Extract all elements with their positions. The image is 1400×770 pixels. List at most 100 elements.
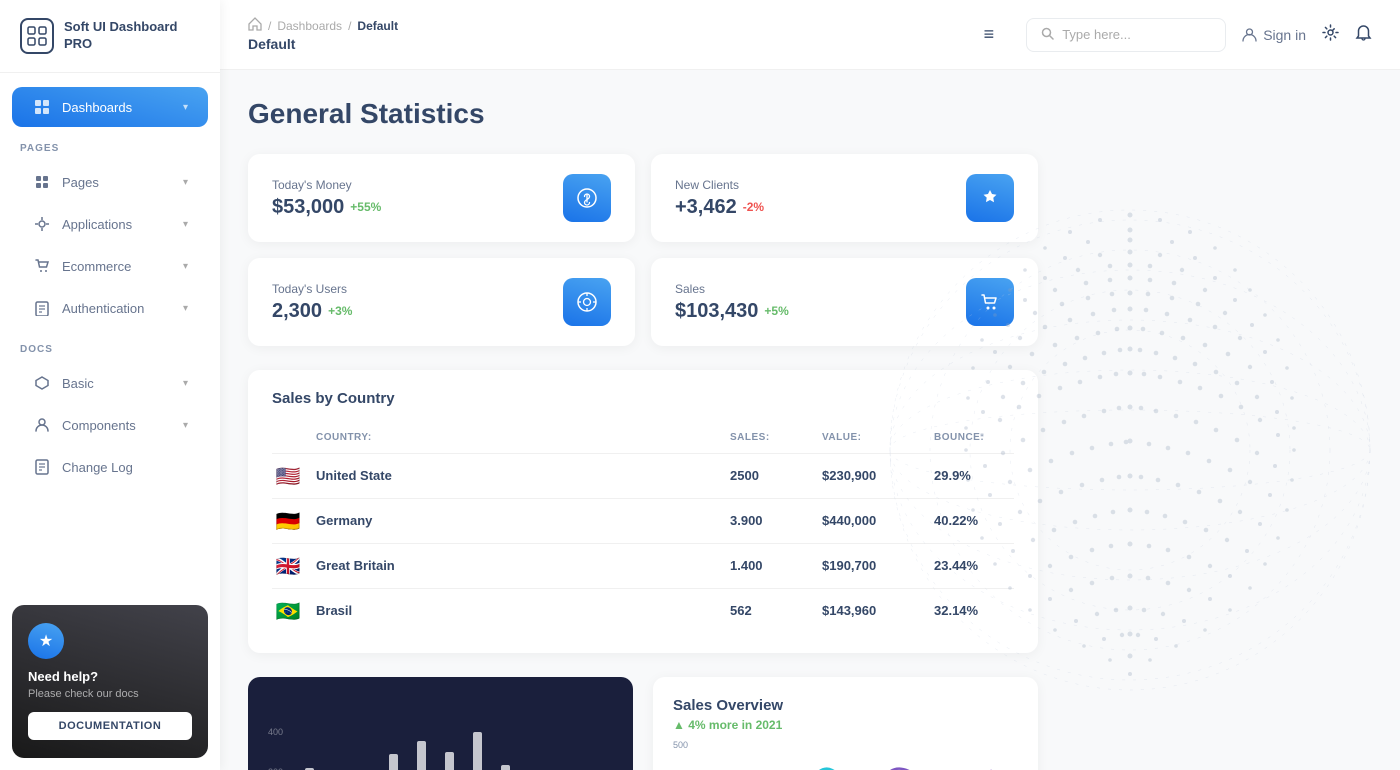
sales-de: 3.900 bbox=[730, 513, 763, 528]
country-name-de: Germany bbox=[316, 513, 372, 528]
settings-icon[interactable] bbox=[1322, 24, 1339, 46]
flag-br: 🇧🇷 bbox=[272, 599, 304, 623]
stats-grid: Today's Money $53,000 +55% New Clients bbox=[248, 154, 1038, 346]
topbar-right: ≡ Sign in bbox=[976, 18, 1372, 52]
pages-label: Pages bbox=[62, 175, 173, 190]
page-title: Default bbox=[248, 36, 398, 52]
pages-arrow: ▾ bbox=[183, 177, 188, 188]
applications-icon bbox=[32, 214, 52, 234]
pages-icon bbox=[32, 172, 52, 192]
sales-country-title: Sales by Country bbox=[272, 390, 1014, 407]
stat-card-users: Today's Users 2,300 +3% bbox=[248, 258, 635, 346]
bounce-br: 32.14% bbox=[934, 603, 978, 618]
sidebar-item-changelog[interactable]: Change Log bbox=[12, 447, 208, 487]
ecommerce-label: Ecommerce bbox=[62, 259, 173, 274]
documentation-button[interactable]: DOCUMENTATION bbox=[28, 712, 192, 740]
bounce-gb: 23.44% bbox=[934, 558, 978, 573]
changelog-icon bbox=[32, 457, 52, 477]
sales-overview-card: Sales Overview ▲ 4% more in 2021 500 400 bbox=[653, 677, 1038, 770]
stat-info-sales: Sales $103,430 +5% bbox=[675, 282, 789, 323]
sidebar-item-components[interactable]: Components ▾ bbox=[12, 405, 208, 445]
sidebar-item-basic[interactable]: Basic ▾ bbox=[12, 363, 208, 403]
section-pages-title: PAGES bbox=[0, 129, 220, 160]
dashboard: General Statistics Today's Money $53,000… bbox=[220, 70, 1400, 770]
basic-label: Basic bbox=[62, 376, 173, 391]
app-name: Soft UI Dashboard PRO bbox=[64, 19, 200, 53]
sidebar-item-authentication[interactable]: Authentication ▾ bbox=[12, 288, 208, 328]
stat-card-money: Today's Money $53,000 +55% bbox=[248, 154, 635, 242]
country-row-header: Country: Sales: Value: Bounce: bbox=[272, 423, 1014, 454]
search-icon bbox=[1041, 27, 1054, 43]
authentication-icon bbox=[32, 298, 52, 318]
help-title: Need help? bbox=[28, 669, 192, 684]
ecommerce-arrow: ▾ bbox=[183, 261, 188, 272]
topbar: / Dashboards / Default Default ≡ bbox=[220, 0, 1400, 70]
stat-change-users: +3% bbox=[328, 304, 352, 318]
flag-de: 🇩🇪 bbox=[272, 509, 304, 533]
sales-gb: 1.400 bbox=[730, 558, 763, 573]
bounce-de: 40.22% bbox=[934, 513, 978, 528]
value-de: $440,000 bbox=[822, 513, 876, 528]
stat-info-users: Today's Users 2,300 +3% bbox=[272, 282, 352, 323]
country-row-de: 🇩🇪 Germany 3.900 $440,000 40.22% bbox=[272, 499, 1014, 544]
stat-value-sales: $103,430 +5% bbox=[675, 300, 789, 323]
breadcrumb-current: Default bbox=[357, 19, 398, 33]
applications-arrow: ▾ bbox=[183, 219, 188, 230]
stat-change-clients: -2% bbox=[743, 200, 764, 214]
sales-by-country-card: Sales by Country Country: Sales: Value: … bbox=[248, 370, 1038, 653]
stat-icon-sales bbox=[966, 278, 1014, 326]
country-name-br: Brasil bbox=[316, 603, 352, 618]
main-content: / Dashboards / Default Default ≡ bbox=[220, 0, 1400, 770]
logo-icon bbox=[20, 18, 54, 54]
sidebar-item-dashboards[interactable]: Dashboards ▾ bbox=[12, 87, 208, 127]
help-subtitle: Please check our docs bbox=[28, 688, 192, 700]
sidebar-item-applications[interactable]: Applications ▾ bbox=[12, 204, 208, 244]
authentication-arrow: ▾ bbox=[183, 303, 188, 314]
sidebar-nav: Dashboards ▾ PAGES Pages ▾ bbox=[0, 73, 220, 593]
dashboards-label: Dashboards bbox=[62, 100, 173, 115]
dashboards-arrow: ▾ bbox=[183, 102, 188, 113]
page-section-title: General Statistics bbox=[248, 98, 1372, 130]
stat-card-sales: Sales $103,430 +5% bbox=[651, 258, 1038, 346]
sidebar-item-pages[interactable]: Pages ▾ bbox=[12, 162, 208, 202]
bounce-us: 29.9% bbox=[934, 468, 971, 483]
bottom-charts: 400 200 0 bbox=[248, 677, 1038, 770]
basic-arrow: ▾ bbox=[183, 378, 188, 389]
search-input[interactable] bbox=[1062, 27, 1211, 42]
basic-icon bbox=[32, 373, 52, 393]
sidebar-logo: Soft UI Dashboard PRO bbox=[0, 0, 220, 73]
help-star-icon: ★ bbox=[28, 623, 64, 659]
flag-gb: 🇬🇧 bbox=[272, 554, 304, 578]
line-chart-svg bbox=[696, 740, 1018, 770]
sidebar-help: ★ Need help? Please check our docs DOCUM… bbox=[12, 605, 208, 758]
stat-value-clients: +3,462 -2% bbox=[675, 196, 764, 219]
country-name-gb: Great Britain bbox=[316, 558, 395, 573]
sales-overview-subtitle: ▲ 4% more in 2021 bbox=[673, 718, 1018, 732]
sidebar: Soft UI Dashboard PRO Dashboards ▾ PAGES bbox=[0, 0, 220, 770]
value-br: $143,960 bbox=[822, 603, 876, 618]
stat-info-money: Today's Money $53,000 +55% bbox=[272, 178, 381, 219]
search-box bbox=[1026, 18, 1226, 52]
stat-change-sales: +5% bbox=[764, 304, 788, 318]
value-us: $230,900 bbox=[822, 468, 876, 483]
stat-info-clients: New Clients +3,462 -2% bbox=[675, 178, 764, 219]
sales-overview-title: Sales Overview bbox=[673, 697, 1018, 714]
bar-chart-card: 400 200 0 bbox=[248, 677, 633, 770]
components-arrow: ▾ bbox=[183, 420, 188, 431]
stat-value-money: $53,000 +55% bbox=[272, 196, 381, 219]
notification-icon[interactable] bbox=[1355, 24, 1372, 46]
stat-card-clients: New Clients +3,462 -2% bbox=[651, 154, 1038, 242]
signin-button[interactable]: Sign in bbox=[1242, 27, 1306, 43]
breadcrumb-block: / Dashboards / Default Default bbox=[248, 17, 398, 52]
hamburger-icon[interactable]: ≡ bbox=[976, 20, 1003, 49]
sidebar-item-ecommerce[interactable]: Ecommerce ▾ bbox=[12, 246, 208, 286]
sales-us: 2500 bbox=[730, 468, 759, 483]
breadcrumb-sep1: / bbox=[268, 19, 271, 33]
home-icon[interactable] bbox=[248, 17, 262, 34]
sales-br: 562 bbox=[730, 603, 752, 618]
country-row-br: 🇧🇷 Brasil 562 $143,960 32.14% bbox=[272, 589, 1014, 633]
breadcrumb-parent[interactable]: Dashboards bbox=[277, 19, 342, 33]
value-gb: $190,700 bbox=[822, 558, 876, 573]
applications-label: Applications bbox=[62, 217, 173, 232]
stat-change-money: +55% bbox=[350, 200, 381, 214]
